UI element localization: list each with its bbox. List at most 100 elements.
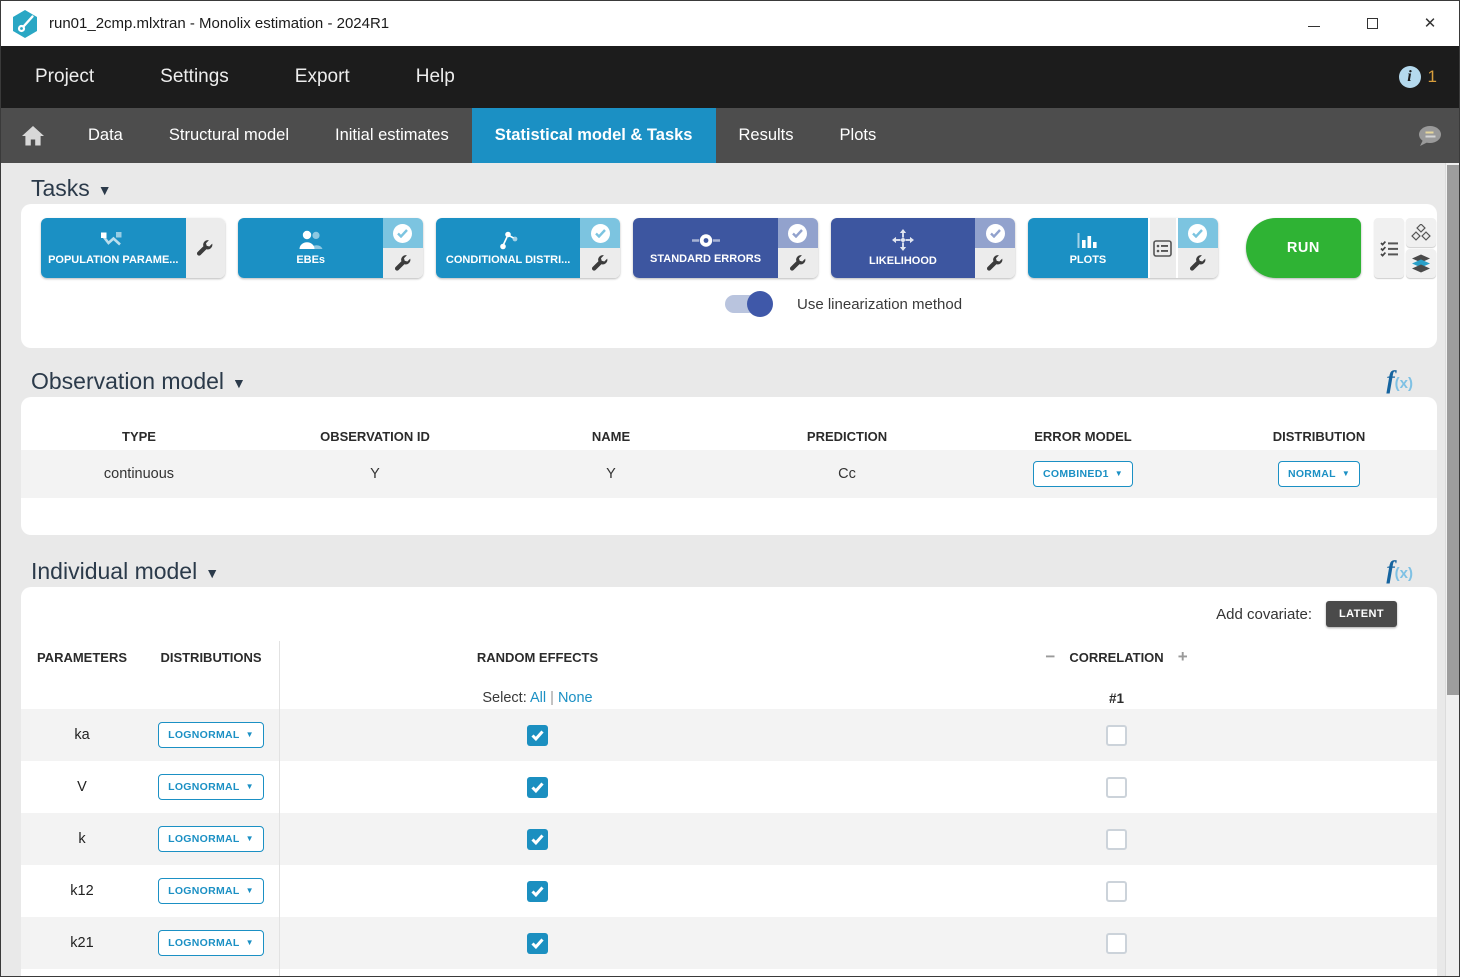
cubes-icon: [1411, 224, 1431, 242]
task-checked-badge[interactable]: [975, 218, 1015, 248]
distribution-value: LOGNORMAL: [168, 781, 240, 793]
task-checked-badge[interactable]: [383, 218, 423, 248]
task-checked-badge[interactable]: [580, 218, 620, 248]
task-conditional-distribution[interactable]: CONDITIONAL DISTRI...: [436, 218, 620, 278]
distribution-dropdown[interactable]: NORMAL ▼: [1278, 461, 1360, 487]
random-effect-checkbox[interactable]: [527, 725, 548, 746]
task-settings-wrench-icon[interactable]: [383, 248, 423, 278]
obs-type-value: continuous: [21, 466, 257, 482]
check-icon: [397, 229, 408, 238]
distribution-dropdown[interactable]: LOGNORMAL▼: [158, 878, 264, 904]
window-title: run01_2cmp.mlxtran - Monolix estimation …: [49, 15, 389, 32]
tasks-heading-label[interactable]: Tasks: [31, 175, 90, 202]
add-correlation-button[interactable]: +: [1178, 647, 1188, 667]
obs-name-value: Y: [493, 466, 729, 482]
close-button[interactable]: ✕: [1401, 1, 1459, 46]
tab-data[interactable]: Data: [65, 108, 146, 163]
observation-model-panel: TYPE OBSERVATION ID NAME PREDICTION ERRO…: [21, 397, 1437, 535]
correlation-checkbox[interactable]: [1106, 933, 1127, 954]
distribution-dropdown[interactable]: LOGNORMAL▼: [158, 826, 264, 852]
close-icon: ✕: [1424, 16, 1437, 31]
task-population-parameters[interactable]: POPULATION PARAME...: [41, 218, 225, 278]
menu-project[interactable]: Project: [35, 66, 94, 88]
task-likelihood[interactable]: LIKELIHOOD: [831, 218, 1015, 278]
correlation-checkbox[interactable]: [1106, 881, 1127, 902]
scrollbar-thumb[interactable]: [1447, 165, 1459, 695]
random-effect-checkbox[interactable]: [527, 881, 548, 902]
observation-table-header: TYPE OBSERVATION ID NAME PREDICTION ERRO…: [21, 422, 1437, 450]
column-divider: [279, 641, 280, 976]
select-none-link[interactable]: None: [558, 690, 593, 706]
correlation-checkbox[interactable]: [1106, 829, 1127, 850]
check-icon: [1192, 229, 1203, 238]
check-icon: [531, 938, 544, 949]
plots-list-button[interactable]: [1148, 218, 1178, 278]
col-prediction: PREDICTION: [729, 429, 965, 444]
select-all-link[interactable]: All: [530, 690, 546, 706]
remove-correlation-button[interactable]: −: [1045, 647, 1055, 667]
task-checked-badge[interactable]: [1178, 218, 1218, 248]
linearization-toggle[interactable]: [725, 295, 771, 313]
task-settings-wrench-icon[interactable]: [778, 248, 818, 278]
individual-model-heading-label[interactable]: Individual model: [31, 558, 197, 585]
vertical-scrollbar[interactable]: [1445, 163, 1459, 976]
feedback-bubble-icon[interactable]: [1415, 124, 1443, 148]
task-settings-wrench-icon[interactable]: [186, 218, 226, 278]
menu-settings[interactable]: Settings: [160, 66, 229, 88]
check-icon: [595, 229, 606, 238]
select-separator: |: [550, 690, 554, 706]
task-checked-badge[interactable]: [778, 218, 818, 248]
distribution-dropdown[interactable]: LOGNORMAL▼: [158, 774, 264, 800]
monolix-logo-icon: [11, 9, 39, 39]
run-button[interactable]: RUN: [1246, 218, 1362, 278]
maximize-button[interactable]: [1343, 1, 1401, 46]
task-settings-wrench-icon[interactable]: [1178, 248, 1218, 278]
tab-initial-estimates[interactable]: Initial estimates: [312, 108, 472, 163]
distribution-dropdown[interactable]: LOGNORMAL▼: [158, 930, 264, 956]
tab-structural-model[interactable]: Structural model: [146, 108, 312, 163]
task-settings-wrench-icon[interactable]: [580, 248, 620, 278]
correlation-checkbox[interactable]: [1106, 777, 1127, 798]
task-label: LIKELIHOOD: [869, 255, 937, 267]
error-model-dropdown[interactable]: COMBINED1 ▼: [1033, 461, 1133, 487]
tab-results[interactable]: Results: [716, 108, 817, 163]
task-plots[interactable]: PLOTS: [1028, 218, 1217, 278]
fx-x-glyph: (x): [1395, 565, 1413, 582]
caret-down-icon: ▼: [246, 887, 254, 895]
formula-fx-button[interactable]: f (x): [1386, 367, 1413, 395]
task-label: CONDITIONAL DISTRI...: [446, 254, 570, 266]
task-standard-errors[interactable]: STANDARD ERRORS: [633, 218, 817, 278]
minimize-button[interactable]: [1285, 1, 1343, 46]
random-effect-checkbox[interactable]: [527, 829, 548, 850]
check-icon: [531, 782, 544, 793]
parameter-row-k12: k12 LOGNORMAL▼: [21, 865, 1437, 917]
individual-model-heading: Individual model ▼ f (x): [31, 555, 1413, 587]
random-effect-checkbox[interactable]: [527, 777, 548, 798]
formula-fx-button[interactable]: f (x): [1386, 557, 1413, 585]
home-tab[interactable]: [1, 108, 65, 163]
tab-statistical-model-tasks[interactable]: Statistical model & Tasks: [472, 108, 716, 163]
error-model-value: COMBINED1: [1043, 468, 1109, 480]
tab-plots[interactable]: Plots: [817, 108, 900, 163]
info-icon[interactable]: i: [1399, 66, 1421, 88]
select-label: Select:: [482, 690, 526, 706]
individual-table-header: PARAMETERS DISTRIBUTIONS RANDOM EFFECTS …: [21, 645, 1437, 669]
notification-count: 1: [1428, 67, 1437, 87]
collapse-caret-icon: ▼: [98, 178, 112, 198]
random-effect-checkbox[interactable]: [527, 933, 548, 954]
app-window: run01_2cmp.mlxtran - Monolix estimation …: [0, 0, 1460, 977]
assembly-button[interactable]: [1406, 218, 1436, 247]
menu-export[interactable]: Export: [295, 66, 350, 88]
menu-help[interactable]: Help: [416, 66, 455, 88]
collapse-caret-icon: ▼: [232, 371, 246, 391]
scenario-layers-button[interactable]: [1406, 249, 1436, 278]
distribution-dropdown[interactable]: LOGNORMAL▼: [158, 722, 264, 748]
observation-model-heading-label[interactable]: Observation model: [31, 368, 224, 395]
task-ebes[interactable]: EBEs: [238, 218, 422, 278]
correlation-checkbox[interactable]: [1106, 725, 1127, 746]
add-latent-covariate-button[interactable]: LATENT: [1326, 601, 1397, 627]
task-settings-wrench-icon[interactable]: [975, 248, 1015, 278]
task-list-button[interactable]: [1374, 218, 1404, 278]
task-label: STANDARD ERRORS: [650, 253, 761, 265]
task-label: PLOTS: [1070, 254, 1107, 266]
